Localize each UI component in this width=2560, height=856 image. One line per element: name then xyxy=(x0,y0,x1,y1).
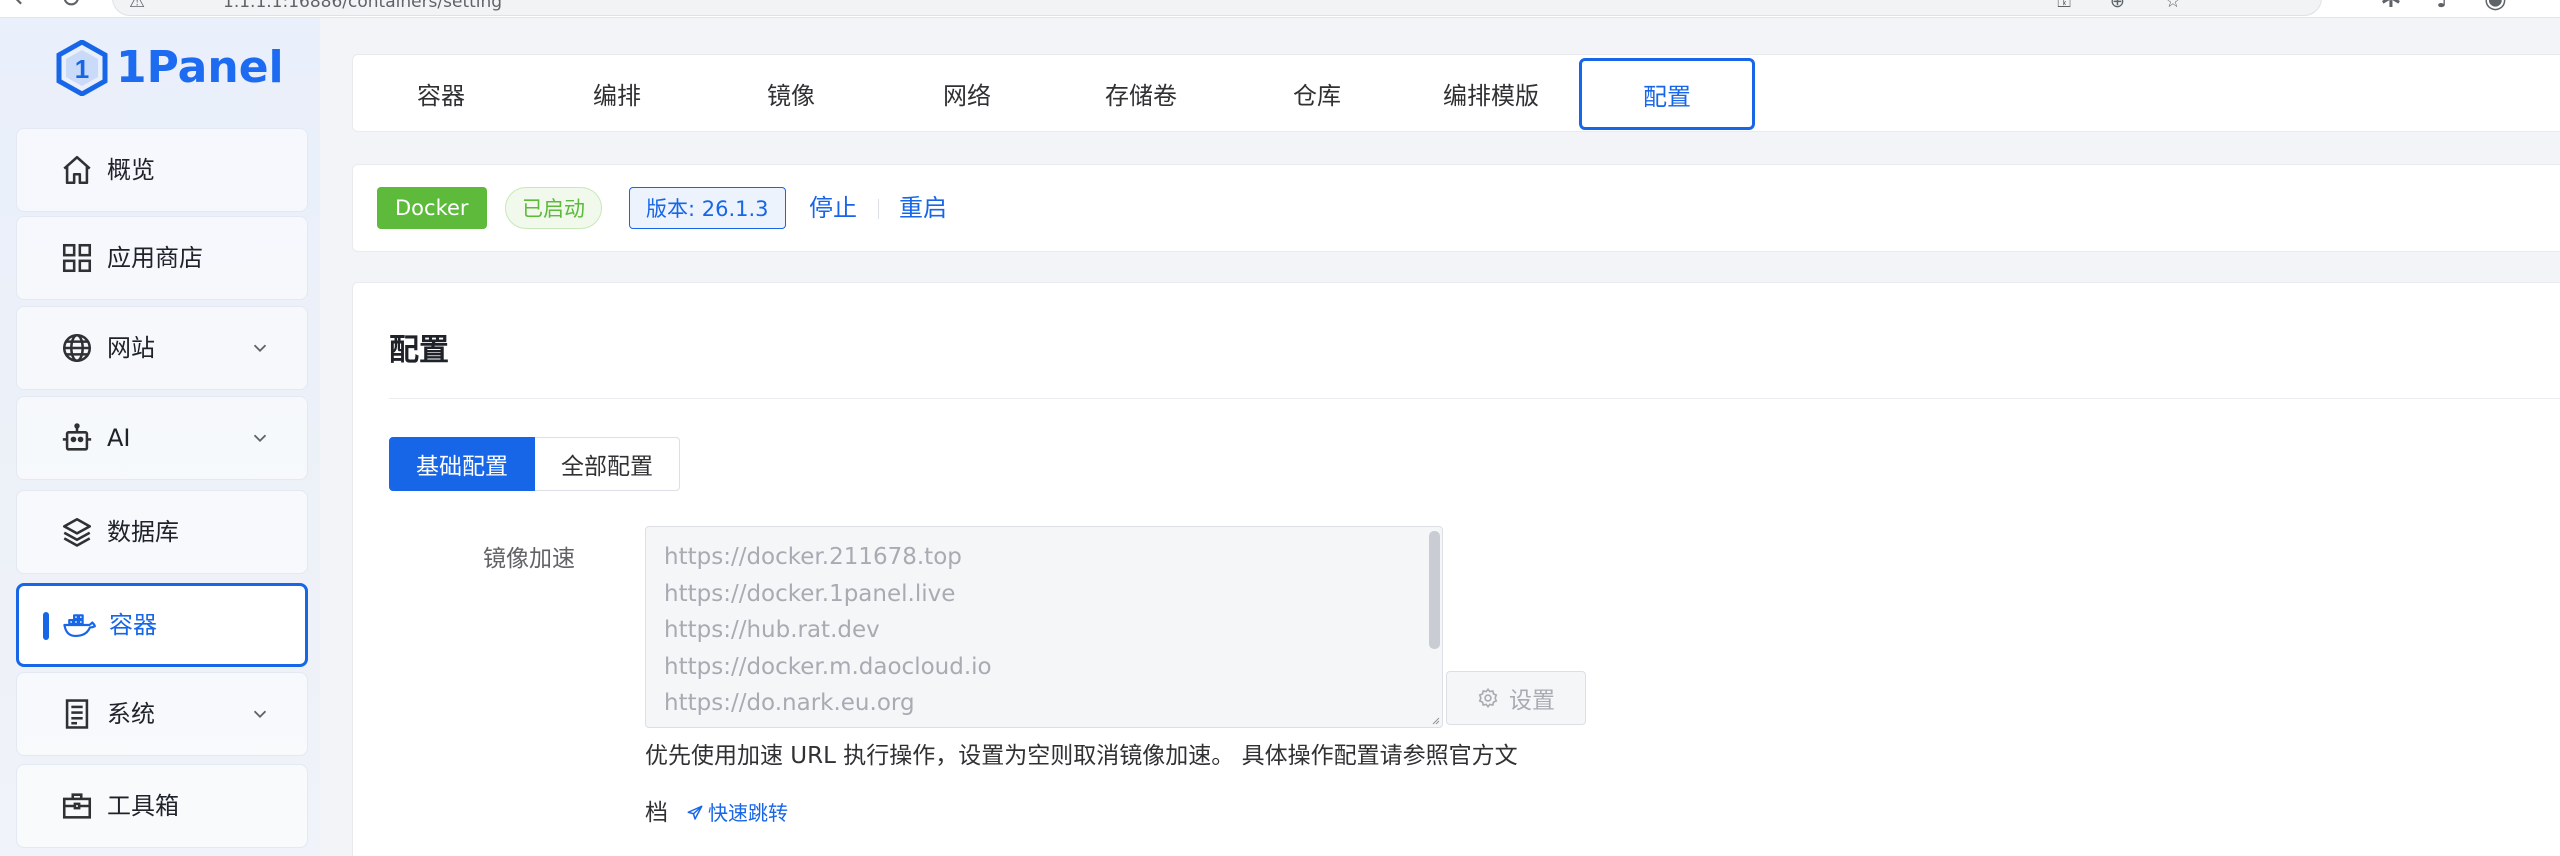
container-tabs: 容器 编排 镜像 网络 存储卷 仓库 编排模版 配置 xyxy=(352,54,2560,132)
sidebar-item-label: AI xyxy=(107,424,131,452)
mirror-url: https://docker.1panel.live xyxy=(664,580,956,607)
svg-text:1: 1 xyxy=(75,54,89,84)
quick-jump-label: 快速跳转 xyxy=(708,801,788,825)
mirror-url: https://docker.211678.top xyxy=(664,544,962,570)
sidebar-item-label: 数据库 xyxy=(107,518,179,546)
zoom-icon[interactable]: ⊕ xyxy=(2110,0,2125,11)
sidebar-item-label: 应用商店 xyxy=(107,244,203,272)
settings-label: 设置 xyxy=(1509,688,1555,714)
service-tag: Docker xyxy=(377,187,487,229)
config-mode-switch: 基础配置 全部配置 xyxy=(389,437,680,491)
bookmark-star-icon[interactable]: ☆ xyxy=(2165,0,2181,11)
mirror-help-text: 优先使用加速 URL 执行操作，设置为空则取消镜像加速。 具体操作配置请参照官方… xyxy=(645,743,1518,769)
extensions-icon[interactable]: ✲ xyxy=(2380,0,2402,12)
address-bar[interactable]: ⚠ 1.1.1.1:16886/containers/setting ⚿ ⊕ ☆ xyxy=(112,0,2322,16)
resize-handle-icon[interactable] xyxy=(1430,715,1440,725)
sidebar-item-database[interactable]: 数据库 xyxy=(16,490,308,574)
gear-icon xyxy=(1478,687,1498,709)
server-icon xyxy=(57,694,97,734)
sidebar-item-containers[interactable]: 容器 xyxy=(16,583,308,667)
key-icon[interactable]: ⚿ xyxy=(2057,0,2071,11)
tab-settings[interactable]: 配置 xyxy=(1579,58,1755,130)
config-panel: 配置 基础配置 全部配置 镜像加速 https://docker.211678.… xyxy=(352,282,2560,856)
mirror-label: 镜像加速 xyxy=(483,546,575,572)
action-divider xyxy=(878,199,879,219)
reload-icon[interactable]: ↻ xyxy=(60,0,82,12)
all-config-button[interactable]: 全部配置 xyxy=(535,437,680,491)
sidebar-item-label: 概览 xyxy=(107,156,155,184)
media-icon[interactable]: ♪ xyxy=(2436,0,2453,12)
sidebar-item-label: 容器 xyxy=(109,611,157,639)
brand-hexagon-icon: 1 xyxy=(56,40,108,96)
sidebar-item-label: 工具箱 xyxy=(107,792,179,820)
robot-icon xyxy=(57,418,97,458)
mirror-textarea[interactable]: https://docker.211678.top https://docker… xyxy=(645,526,1443,728)
brand-logo[interactable]: 1 1Panel xyxy=(56,40,284,96)
docker-status-bar: Docker 已启动 版本: 26.1.3 停止 重启 xyxy=(352,164,2560,252)
sidebar-item-app-store[interactable]: 应用商店 xyxy=(16,216,308,300)
mirror-settings-button[interactable]: 设置 xyxy=(1446,671,1586,725)
back-icon[interactable]: ← xyxy=(14,0,36,12)
mirror-url: https://docker.m.daocloud.io xyxy=(664,653,992,680)
address-url: 1.1.1.1:16886/containers/setting xyxy=(223,0,503,12)
sidebar: 1 1Panel 概览 应用商店 网站 AI 数据库 容器 系统 工具箱 xyxy=(0,18,320,856)
stop-button[interactable]: 停止 xyxy=(809,187,857,229)
quick-jump-link[interactable]: 快速跳转 xyxy=(686,795,788,831)
restart-button[interactable]: 重启 xyxy=(899,187,947,229)
tab-volumes[interactable]: 存储卷 xyxy=(1053,55,1229,131)
tab-repositories[interactable]: 仓库 xyxy=(1229,55,1405,131)
site-info-icon[interactable]: ⚠ xyxy=(129,0,145,11)
page-title: 配置 xyxy=(389,333,449,368)
basic-config-button[interactable]: 基础配置 xyxy=(389,437,535,491)
layers-icon xyxy=(57,512,97,552)
sidebar-item-label: 网站 xyxy=(107,334,155,362)
docker-icon xyxy=(59,605,99,645)
brand-name: 1Panel xyxy=(116,42,284,93)
chevron-down-icon[interactable] xyxy=(249,703,271,725)
app-window: ← ↻ ⚠ 1.1.1.1:16886/containers/setting ⚿… xyxy=(0,0,2560,856)
tab-networks[interactable]: 网络 xyxy=(879,55,1055,131)
home-icon xyxy=(57,150,97,190)
sidebar-item-system[interactable]: 系统 xyxy=(16,672,308,756)
sidebar-item-website[interactable]: 网站 xyxy=(16,306,308,390)
help-text-tail: 档 xyxy=(645,800,668,826)
version-badge: 版本: 26.1.3 xyxy=(629,187,786,229)
tab-compose[interactable]: 编排 xyxy=(529,55,705,131)
toolbox-icon xyxy=(57,786,97,826)
sidebar-item-ai[interactable]: AI xyxy=(16,396,308,480)
mirror-url: https://do.nark.eu.org xyxy=(664,690,915,717)
globe-icon xyxy=(57,328,97,368)
account-icon[interactable]: ◉ xyxy=(2484,0,2507,12)
active-indicator xyxy=(43,612,49,640)
tab-images[interactable]: 镜像 xyxy=(703,55,879,131)
browser-toolbar: ← ↻ ⚠ 1.1.1.1:16886/containers/setting ⚿… xyxy=(0,0,2560,18)
chevron-down-icon[interactable] xyxy=(249,337,271,359)
tab-compose-templates[interactable]: 编排模版 xyxy=(1403,55,1579,131)
send-arrow-icon xyxy=(687,805,703,820)
textarea-scrollbar[interactable] xyxy=(1429,531,1440,649)
chevron-down-icon[interactable] xyxy=(249,427,271,449)
status-badge: 已启动 xyxy=(505,187,602,229)
title-divider xyxy=(389,398,2560,399)
sidebar-item-overview[interactable]: 概览 xyxy=(16,128,308,212)
sidebar-item-toolbox[interactable]: 工具箱 xyxy=(16,764,308,848)
grid-icon xyxy=(57,238,97,278)
mirror-help-tail: 档 快速跳转 xyxy=(645,795,788,831)
mirror-url: https://hub.rat.dev xyxy=(664,617,880,644)
tab-containers[interactable]: 容器 xyxy=(353,55,529,131)
sidebar-item-label: 系统 xyxy=(107,700,155,728)
